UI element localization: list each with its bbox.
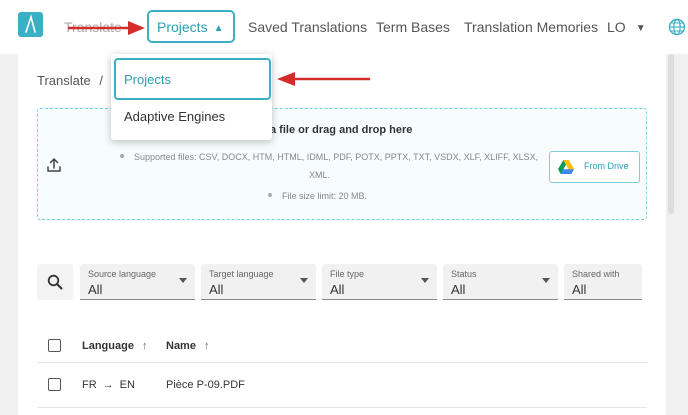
column-header-name[interactable]: Name ↑ [166, 340, 209, 352]
filter-target-language[interactable]: Target language All [201, 264, 316, 300]
table-divider [37, 362, 647, 363]
filter-status[interactable]: Status All [443, 264, 558, 300]
filter-label: Source language [88, 269, 157, 279]
filter-value: All [451, 282, 466, 297]
table-row-language: FR → EN [82, 379, 135, 391]
column-header-language[interactable]: Language ↑ [82, 340, 147, 352]
chevron-up-icon: ▲ [213, 23, 224, 34]
filter-value: All [330, 282, 345, 297]
supported-files-label: Supported files: CSV, DOCX, HTM, HTML, I… [134, 152, 539, 162]
nav-term-bases[interactable]: Term Bases [376, 19, 450, 35]
filter-label: Status [451, 269, 477, 279]
filter-value: All [572, 282, 587, 297]
nav-translation-memories[interactable]: Translation Memories [464, 19, 598, 35]
filter-shared-with[interactable]: Shared with All [564, 264, 642, 300]
from-drive-button[interactable]: From Drive [549, 151, 640, 183]
caret-down-icon [542, 278, 550, 283]
google-drive-icon [558, 160, 574, 174]
bullet-icon [268, 193, 272, 197]
sort-arrow-up-icon: ↑ [203, 340, 210, 352]
supported-files-text: Supported files: CSV, DOCX, HTM, HTML, I… [120, 152, 538, 162]
breadcrumb-separator: / [99, 73, 103, 88]
target-lang: EN [119, 379, 135, 391]
nav-translate[interactable]: Translate [64, 19, 122, 35]
file-size-limit: File size limit: 20 MB. [268, 191, 367, 201]
filter-label: File type [330, 269, 365, 279]
chevron-down-icon: ▼ [635, 23, 646, 34]
caret-down-icon [300, 278, 308, 283]
upload-icon [47, 158, 61, 172]
menu-item-adaptive-engines[interactable]: Adaptive Engines [124, 109, 225, 124]
caret-down-icon [179, 278, 187, 283]
nav-saved-translations[interactable]: Saved Translations [248, 19, 367, 35]
sort-arrow-up-icon: ↑ [141, 340, 148, 352]
filter-label: Target language [209, 269, 274, 279]
file-size-limit-label: File size limit: 20 MB. [282, 191, 368, 201]
table-row-name[interactable]: Pièce P-09.PDF [166, 379, 245, 391]
supported-files-cont: XML. [309, 170, 331, 180]
column-header-language-label: Language [82, 340, 134, 352]
menu-item-projects[interactable]: Projects [124, 72, 171, 87]
drop-zone-title: a file or drag and drop here [270, 124, 413, 136]
scrollbar[interactable] [668, 54, 674, 214]
search-button[interactable] [37, 264, 73, 300]
from-drive-label: From Drive [584, 161, 629, 171]
row-checkbox[interactable] [48, 378, 61, 391]
filter-label: Shared with [572, 269, 620, 279]
filter-source-language[interactable]: Source language All [80, 264, 195, 300]
user-initials: LO [607, 19, 626, 35]
filter-file-type[interactable]: File type All [322, 264, 437, 300]
column-header-name-label: Name [166, 340, 196, 352]
app-logo-icon[interactable] [18, 12, 43, 37]
arrow-right-icon: → [102, 379, 114, 391]
table-divider [37, 407, 647, 408]
top-nav-bar: Translate Projects ▲ Saved Translations T… [0, 0, 688, 54]
filter-value: All [88, 282, 103, 297]
breadcrumb: Translate / D [37, 73, 121, 88]
nav-user-menu[interactable]: LO ▼ [607, 19, 646, 35]
nav-projects[interactable]: Projects ▲ [157, 19, 223, 35]
source-lang: FR [82, 379, 97, 391]
filter-value: All [209, 282, 224, 297]
select-all-checkbox[interactable] [48, 339, 61, 352]
nav-projects-label: Projects [157, 19, 208, 35]
caret-down-icon [421, 278, 429, 283]
globe-icon[interactable] [668, 18, 686, 36]
bullet-icon [120, 154, 124, 158]
breadcrumb-root[interactable]: Translate [37, 73, 91, 88]
search-icon [47, 274, 63, 290]
